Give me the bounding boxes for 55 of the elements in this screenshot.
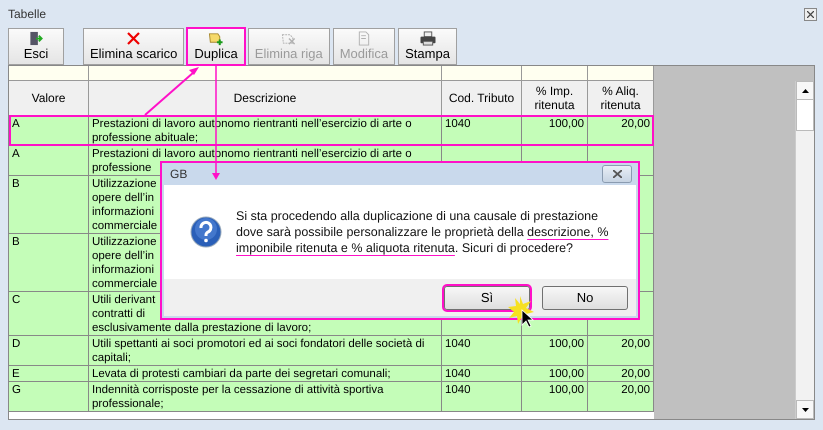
table-cell: C [9,292,89,336]
column-header: Cod. Tributo [442,81,522,116]
table-cell: 100,00 [522,116,588,146]
close-button[interactable] [804,8,817,20]
toolbar-button[interactable]: Esci [8,28,64,65]
table-cell: B [9,176,89,234]
filter-cell[interactable] [522,66,588,81]
table-cell: 1040 [442,366,522,382]
table-cell: 20,00 [588,366,654,382]
close-icon [612,170,622,178]
table-cell: B [9,234,89,292]
dialog-button[interactable]: Sì [444,286,530,310]
filter-cell[interactable] [89,66,442,81]
printer-icon [418,31,437,46]
column-header: Valore [9,81,89,116]
window-title: Tabelle [8,7,46,21]
down-arrow-icon [802,408,808,412]
table-cell: 1040 [442,382,522,412]
table-cell: 100,00 [522,336,588,366]
table-cell: A [9,146,89,176]
table-cell: G [9,382,89,412]
table-cell: 1040 [442,116,522,146]
dialog-button[interactable]: No [542,286,628,310]
table-cell: Indennità corrisposte per la cessazione di attività sportiva professionale; [89,382,442,412]
up-arrow-icon [802,88,808,92]
delete-x-icon [126,31,142,46]
cursor-icon [522,309,534,328]
toolbar-button[interactable]: Duplica [187,28,245,65]
scroll-down-button[interactable] [796,400,814,419]
table-cell: 100,00 [522,366,588,382]
table-cell: D [9,336,89,366]
scroll-up-button[interactable] [796,81,814,100]
table-cell: Utili spettanti ai soci promotori ed ai soci fondatori delle società di capitali; [89,336,442,366]
toolbar-button[interactable]: Elimina scarico [83,28,184,65]
column-header: % Imp. ritenuta [522,81,588,116]
table-cell: 20,00 [588,382,654,412]
filter-cell[interactable] [588,66,654,81]
door-exit-icon [29,31,43,46]
close-icon [807,10,814,18]
table-cell: 20,00 [588,336,654,366]
table-cell: E [9,366,89,382]
scrollbar[interactable] [795,81,814,419]
table-cell: 1040 [442,336,522,366]
note-plus-icon [207,31,226,46]
filter-cell[interactable] [442,66,522,81]
question-icon [190,216,222,248]
column-header: % Aliq. ritenuta [588,81,654,116]
scroll-thumb[interactable] [796,99,814,131]
column-header: Descrizione [89,81,442,116]
close-button[interactable] [602,165,632,183]
table-cell: 100,00 [522,382,588,412]
toolbar-button[interactable]: Stampa [398,28,457,65]
filter-cell[interactable] [9,66,89,81]
annotation-arrow [144,67,199,116]
table-cell: Levata di protesti cambiari da parte dei segretari comunali; [89,366,442,382]
